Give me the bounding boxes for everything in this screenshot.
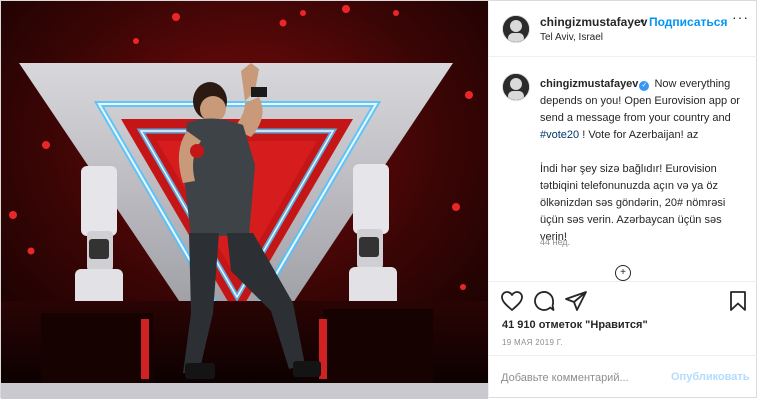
follow-button[interactable]: Подписаться [649, 15, 727, 29]
publish-button[interactable]: Опубликовать [671, 371, 750, 383]
action-bar [489, 281, 757, 321]
stage-performance-image [1, 1, 488, 399]
like-button[interactable] [500, 289, 524, 313]
avatar[interactable] [502, 15, 530, 43]
add-comment-section: Опубликовать [489, 355, 757, 399]
verified-badge-icon: ✓ [639, 81, 650, 91]
comment-button[interactable] [532, 289, 556, 313]
post-date[interactable]: 19 МАЯ 2019 Г. [502, 338, 563, 347]
share-button[interactable] [564, 289, 588, 313]
caption-text-after-tag: ! Vote for Azerbaijan! az [579, 129, 699, 141]
caption-avatar[interactable] [502, 73, 530, 101]
hashtag-link[interactable]: #vote20 [540, 129, 579, 141]
post-side-panel: chingizmustafayev • Подписаться Tel Aviv… [488, 1, 757, 399]
caption-paragraph-2: İndi hər şey sizə bağlıdır! Eurovision t… [540, 163, 726, 243]
more-options-icon[interactable]: ··· [732, 9, 749, 25]
separator-dot: • [640, 14, 645, 28]
comment-icon [534, 291, 555, 311]
load-more-comments-icon[interactable]: + [615, 265, 631, 281]
caption-paragraph-1: chingizmustafayev ✓ Now everything depend… [540, 76, 745, 144]
location-link[interactable]: Tel Aviv, Israel [540, 32, 603, 43]
time-ago[interactable]: 44 нед. [540, 237, 570, 247]
bookmark-icon [730, 291, 746, 311]
save-button[interactable] [726, 289, 750, 313]
paper-plane-icon [565, 291, 587, 311]
heart-icon [501, 291, 523, 311]
comment-input[interactable] [501, 368, 671, 388]
post-header: chingizmustafayev • Подписаться Tel Aviv… [489, 1, 757, 57]
caption-username-link[interactable]: chingizmustafayev [540, 78, 638, 90]
post-caption: chingizmustafayev ✓ Now everything depend… [540, 76, 745, 246]
instagram-post: chingizmustafayev • Подписаться Tel Aviv… [0, 0, 757, 399]
likes-count[interactable]: 41 910 отметок "Нравится" [502, 319, 648, 331]
post-photo[interactable] [1, 1, 488, 399]
username-link[interactable]: chingizmustafayev [540, 15, 647, 29]
